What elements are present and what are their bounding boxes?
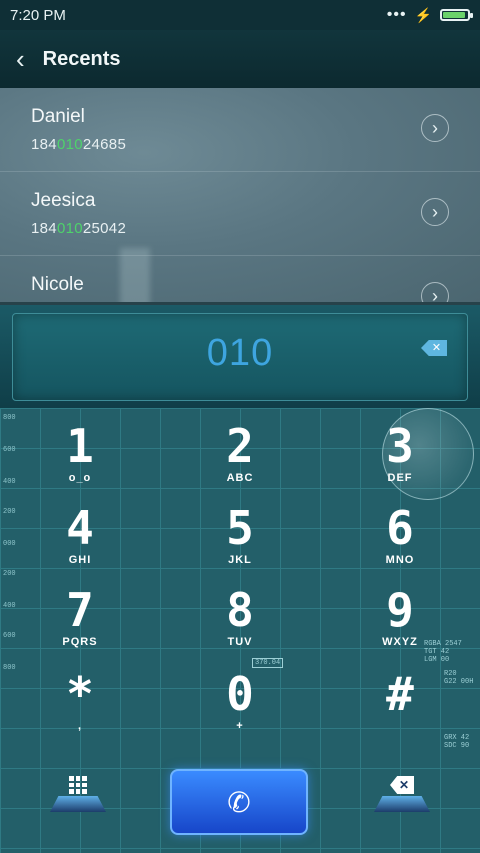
- battery-icon: [440, 9, 473, 21]
- key-7[interactable]: 7 PQRS: [20, 586, 140, 666]
- list-item[interactable]: Nicole ›: [0, 256, 480, 304]
- key-3[interactable]: 3 DEF: [340, 422, 460, 502]
- key-0[interactable]: 0 +: [180, 670, 300, 750]
- ruler-label: 800: [3, 664, 16, 672]
- backspace-icon: ✕: [390, 776, 414, 794]
- ruler-label: 600: [3, 446, 16, 454]
- ruler-label: 200: [3, 508, 16, 516]
- status-bar: 7:20 PM ••• ⚡: [0, 0, 480, 30]
- charging-bolt-icon: ⚡: [414, 6, 432, 23]
- ruler-label: 400: [3, 602, 16, 610]
- contact-name: Daniel: [31, 106, 85, 127]
- key-4[interactable]: 4 GHI: [20, 504, 140, 584]
- chevron-right-icon[interactable]: ›: [421, 114, 449, 142]
- more-dots-icon: •••: [386, 6, 407, 23]
- status-time: 7:20 PM: [10, 6, 66, 24]
- key-6[interactable]: 6 MNO: [340, 504, 460, 584]
- contact-number: 18401024685: [31, 136, 127, 153]
- dialpad-toggle-button[interactable]: [48, 776, 108, 812]
- key-star[interactable]: *,: [20, 670, 140, 750]
- key-9[interactable]: 9 WXYZ: [340, 586, 460, 666]
- ruler-label: 400: [3, 478, 16, 486]
- ruler-label: 600: [3, 632, 16, 640]
- chevron-right-icon[interactable]: ›: [421, 282, 449, 304]
- pedestal: [50, 796, 106, 812]
- ruler-label: 200: [3, 570, 16, 578]
- key-2[interactable]: 2 ABC: [180, 422, 300, 502]
- chevron-right-icon[interactable]: ›: [421, 198, 449, 226]
- delete-button[interactable]: ✕: [372, 776, 432, 812]
- ruler-label: 000: [3, 540, 16, 548]
- pedestal: [374, 796, 430, 812]
- key-8[interactable]: 8 TUV: [180, 586, 300, 666]
- key-1[interactable]: 1 o_o: [20, 422, 140, 502]
- contact-name: Jeesica: [31, 190, 96, 211]
- dial-display: 010 ✕: [0, 302, 480, 411]
- contact-number: 18401025042: [31, 220, 127, 237]
- dial-display-frame: 010 ✕: [12, 313, 468, 401]
- key-5[interactable]: 5 JKL: [180, 504, 300, 584]
- recents-list: Daniel 18401024685 › Jeesica 18401025042…: [0, 88, 480, 304]
- contact-name: Nicole: [31, 274, 84, 295]
- list-item[interactable]: Jeesica 18401025042 ›: [0, 172, 480, 256]
- call-button[interactable]: ✆: [170, 769, 308, 835]
- match-highlight: 010: [56, 136, 83, 153]
- phone-icon: ✆: [227, 786, 251, 818]
- dialpad-grid-icon: [69, 776, 87, 794]
- status-icons: ••• ⚡: [386, 6, 473, 24]
- match-highlight: 010: [56, 220, 83, 237]
- back-arrow-icon[interactable]: ‹: [16, 46, 25, 72]
- list-item[interactable]: Daniel 18401024685 ›: [0, 88, 480, 172]
- ruler-label: 800: [3, 414, 16, 422]
- key-hash[interactable]: #: [340, 670, 460, 750]
- header: ‹ Recents: [0, 30, 480, 88]
- page-title: Recents: [42, 47, 121, 70]
- dialed-number: 010: [206, 332, 274, 374]
- keypad: 800 600 400 200 000 200 400 600 800 RGBA…: [0, 408, 480, 853]
